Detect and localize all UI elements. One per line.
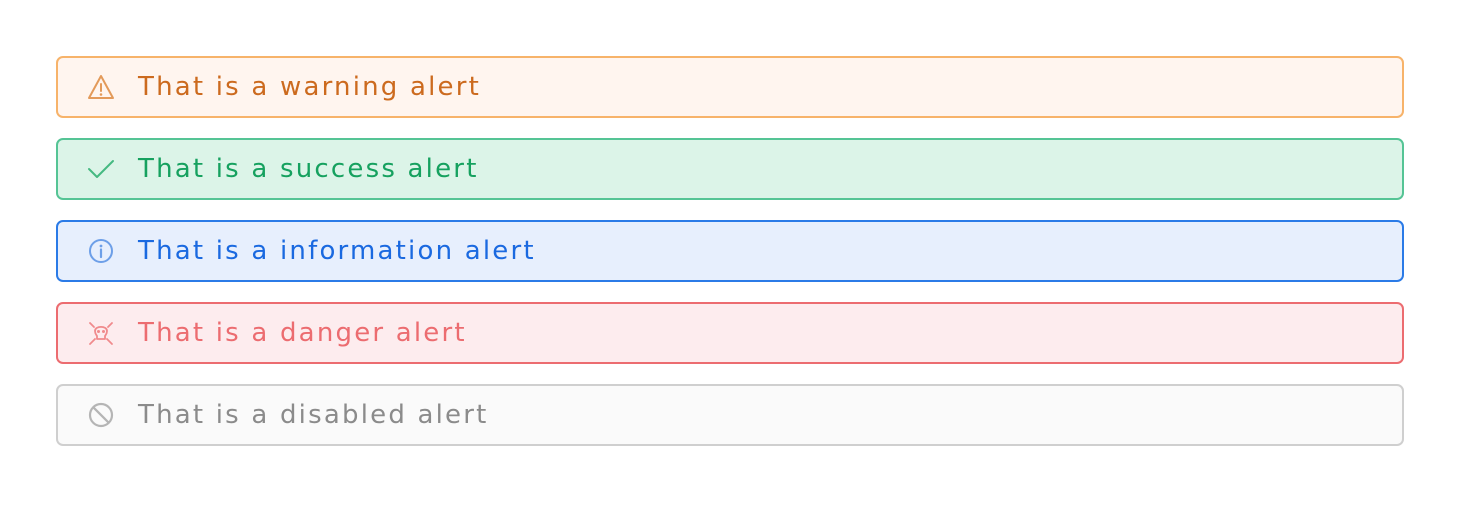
info-circle-icon (86, 236, 116, 266)
information-alert: That is a information alert (56, 220, 1404, 282)
warning-triangle-icon (86, 72, 116, 102)
warning-alert: That is a warning alert (56, 56, 1404, 118)
alert-text: That is a danger alert (138, 318, 467, 348)
checkmark-icon (86, 154, 116, 184)
alert-text: That is a warning alert (138, 72, 481, 102)
alert-text: That is a success alert (138, 154, 479, 184)
alert-list: That is a warning alert That is a succes… (56, 56, 1404, 466)
disabled-alert: That is a disabled alert (56, 384, 1404, 446)
alert-text: That is a disabled alert (138, 400, 489, 430)
danger-alert: That is a danger alert (56, 302, 1404, 364)
alert-text: That is a information alert (138, 236, 536, 266)
prohibited-icon (86, 400, 116, 430)
skull-crossbones-icon (86, 318, 116, 348)
success-alert: That is a success alert (56, 138, 1404, 200)
